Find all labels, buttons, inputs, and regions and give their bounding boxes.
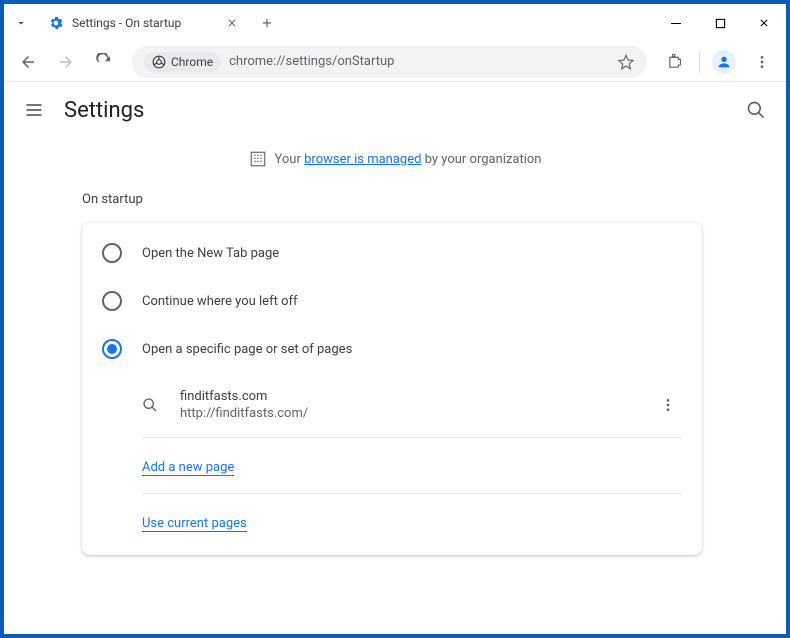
more-vert-icon: [660, 397, 676, 413]
page-title: Settings: [64, 98, 144, 123]
startup-page-name: finditfasts.com: [180, 389, 654, 404]
chevron-down-icon: [15, 17, 27, 29]
arrow-right-icon: [57, 53, 75, 71]
tab-dropdown-button[interactable]: [4, 17, 38, 29]
radio-icon: [102, 291, 122, 311]
hamburger-icon: [24, 100, 44, 120]
arrow-left-icon: [19, 53, 37, 71]
section-title: On startup: [82, 192, 786, 207]
startup-page-row: finditfasts.com http://finditfasts.com/: [142, 373, 682, 438]
startup-card: Open the New Tab page Continue where you…: [82, 223, 702, 555]
person-icon: [716, 54, 732, 70]
address-bar[interactable]: Chrome chrome://settings/onStartup: [132, 46, 647, 78]
plus-icon: [260, 16, 274, 30]
startup-page-url: http://finditfasts.com/: [180, 406, 654, 421]
reload-button[interactable]: [88, 46, 120, 78]
settings-search-button[interactable]: [746, 100, 766, 120]
back-button[interactable]: [12, 46, 44, 78]
close-icon: [758, 17, 770, 29]
tab-title: Settings - On startup: [72, 16, 181, 30]
page-more-button[interactable]: [654, 391, 682, 419]
browser-menu-button[interactable]: [746, 46, 778, 78]
extensions-icon: [667, 53, 684, 70]
profile-button[interactable]: [708, 46, 740, 78]
radio-specific-pages[interactable]: Open a specific page or set of pages: [82, 325, 702, 373]
search-icon: [142, 397, 158, 413]
use-current-pages-link[interactable]: Use current pages: [142, 516, 247, 532]
browser-tab[interactable]: Settings - On startup: [38, 7, 248, 39]
bookmark-button[interactable]: [617, 53, 635, 71]
separator: [699, 51, 700, 73]
page-favicon: [142, 397, 162, 413]
add-page-link[interactable]: Add a new page: [142, 460, 234, 476]
settings-gear-icon: [48, 15, 64, 31]
radio-open-new-tab[interactable]: Open the New Tab page: [82, 229, 702, 277]
forward-button[interactable]: [50, 46, 82, 78]
radio-continue[interactable]: Continue where you left off: [82, 277, 702, 325]
managed-link[interactable]: browser is managed: [304, 152, 421, 167]
chrome-chip: Chrome: [144, 52, 221, 72]
star-icon: [617, 53, 635, 71]
maximize-icon: [715, 18, 726, 29]
maximize-button[interactable]: [698, 4, 742, 42]
extensions-button[interactable]: [659, 46, 691, 78]
new-tab-button[interactable]: [260, 16, 274, 30]
url-text: chrome://settings/onStartup: [229, 54, 394, 69]
radio-label: Continue where you left off: [142, 294, 298, 309]
managed-suffix: by your organization: [421, 152, 541, 167]
radio-label: Open a specific page or set of pages: [142, 342, 352, 357]
managed-banner: Your browser is managed by your organiza…: [4, 138, 786, 180]
minimize-icon: [670, 17, 682, 29]
radio-label: Open the New Tab page: [142, 246, 279, 261]
managed-prefix: Your: [275, 152, 305, 167]
window-close-button[interactable]: [742, 4, 786, 42]
search-icon: [746, 100, 766, 120]
reload-icon: [95, 53, 113, 71]
chrome-icon: [152, 55, 166, 69]
tab-close-button[interactable]: [226, 17, 238, 29]
radio-icon: [102, 243, 122, 263]
chrome-chip-label: Chrome: [171, 55, 213, 69]
building-icon: [249, 150, 267, 168]
close-icon: [226, 17, 238, 29]
minimize-button[interactable]: [654, 4, 698, 42]
settings-menu-button[interactable]: [24, 100, 44, 120]
more-vert-icon: [754, 54, 770, 70]
radio-icon-selected: [102, 339, 122, 359]
